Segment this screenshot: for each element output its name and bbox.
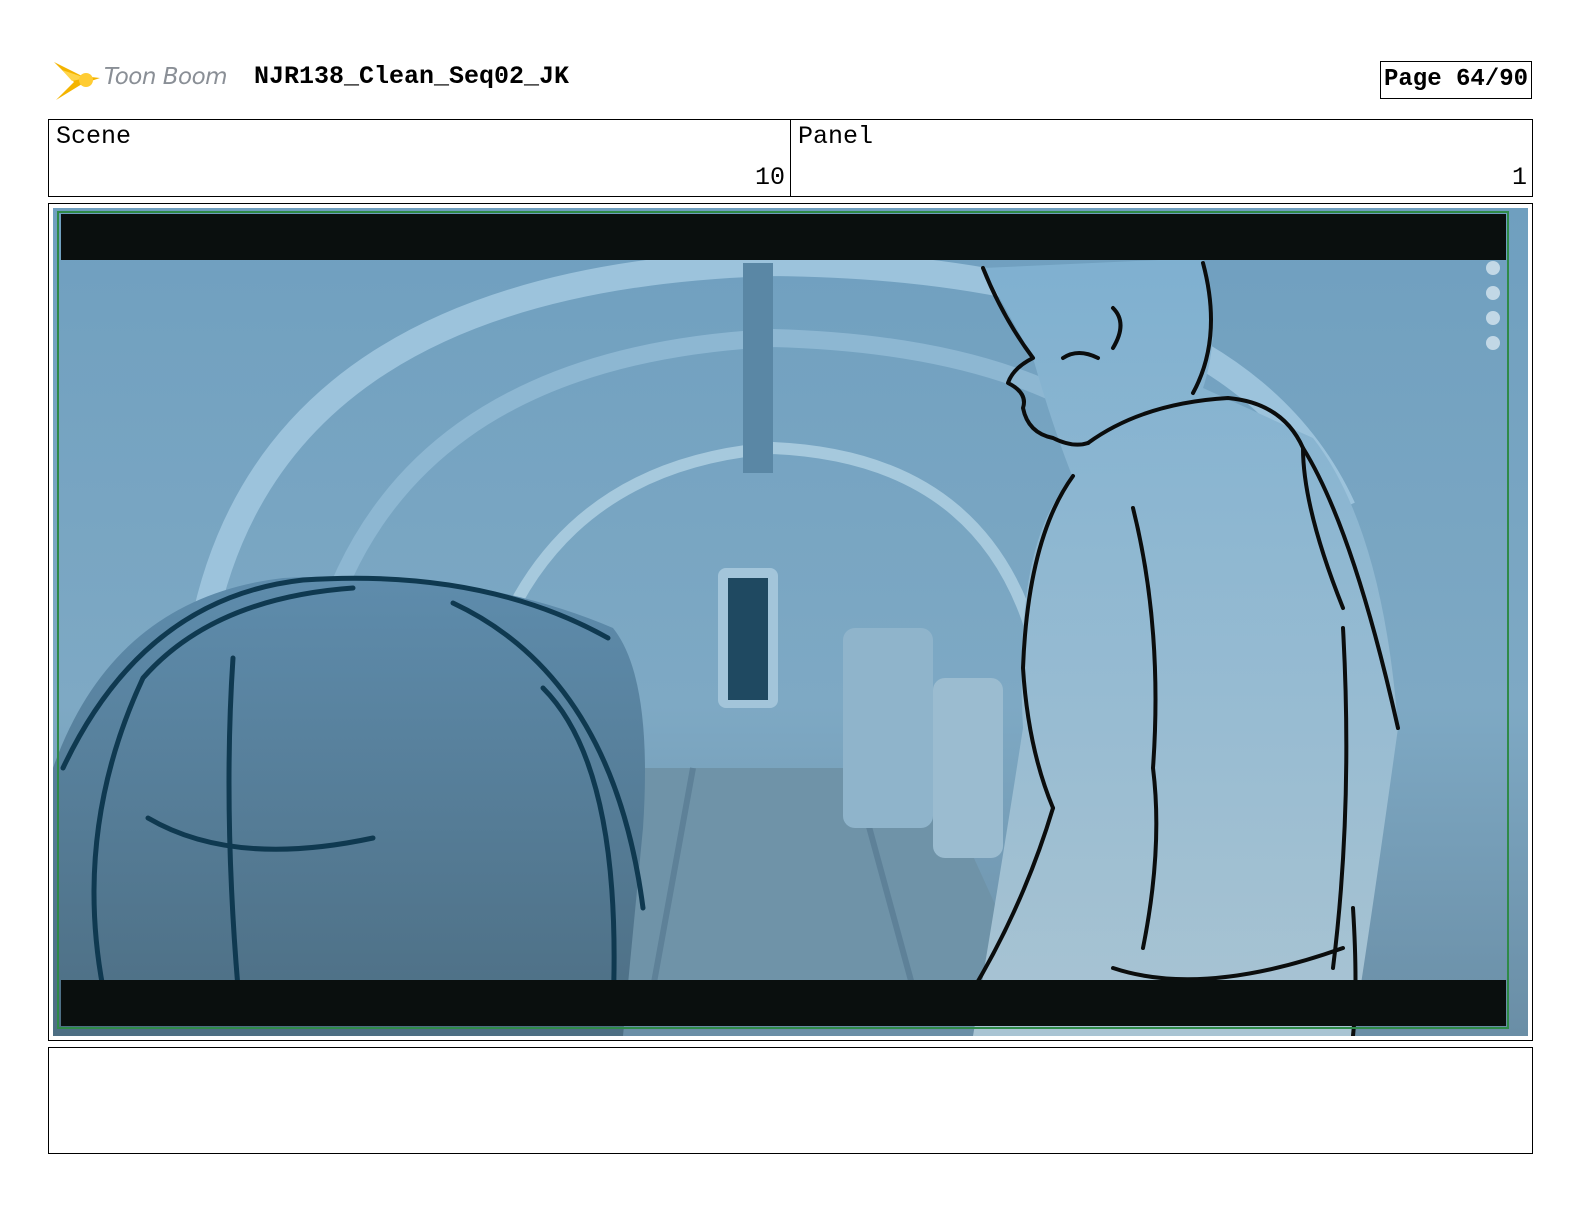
page-indicator: Page 64/90: [1380, 61, 1532, 99]
scene-label: Scene: [56, 122, 132, 151]
toon-boom-logo: Toon Boom: [52, 56, 238, 106]
scene-panel-row: Scene 10 Panel 1: [48, 119, 1533, 197]
document-title: NJR138_Clean_Seq02_JK: [254, 62, 570, 91]
panel-cell: Panel 1: [790, 120, 1532, 196]
scene-cell: Scene 10: [49, 120, 790, 196]
starburst-icon: [54, 62, 100, 100]
panel-label: Panel: [798, 122, 874, 151]
panel-notes-box: [48, 1047, 1533, 1154]
storyboard-panel-image: [53, 208, 1528, 1036]
scene-number: 10: [754, 163, 785, 192]
storyboard-panel-frame: [48, 203, 1533, 1041]
panel-number: 1: [1511, 163, 1527, 192]
logo-wordmark: Toon Boom: [104, 64, 228, 90]
